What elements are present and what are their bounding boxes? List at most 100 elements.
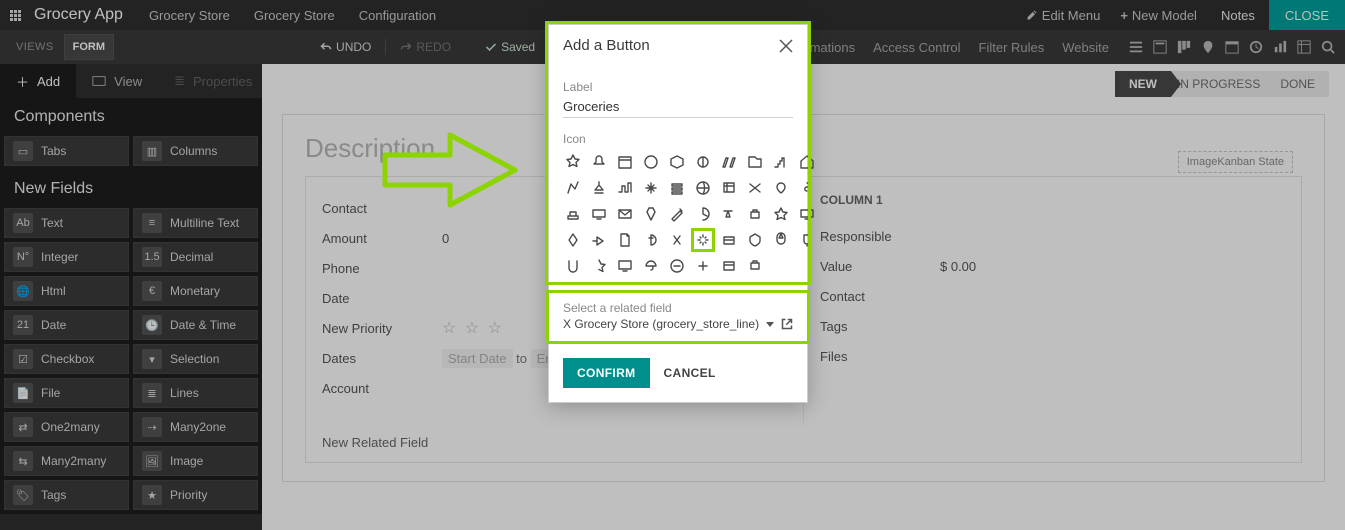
icon-option-26[interactable] [719,204,739,224]
field-decimal[interactable]: 1.5Decimal [133,242,258,272]
component-tabs[interactable]: ▭Tabs [4,136,129,166]
stage-done[interactable]: DONE [1266,71,1329,97]
icon-option-37[interactable] [745,230,765,250]
icon-option-21[interactable] [589,204,609,224]
field-file[interactable]: 📄File [4,378,129,408]
kanban-state-placeholder[interactable]: ImageKanban State [1178,151,1293,173]
icon-option-27[interactable] [745,204,765,224]
undo-button[interactable]: UNDO [314,40,377,54]
new-model-link[interactable]: + New Model [1110,8,1207,23]
priority-stars[interactable]: ☆ ☆ ☆ [442,318,504,338]
icon-option-17[interactable] [745,178,765,198]
column-1-heading[interactable]: COLUMN 1 [820,193,1285,207]
icon-option-1[interactable] [589,152,609,172]
field-tags[interactable]: 🏷Tags [4,480,129,510]
icon-option-15[interactable] [693,178,713,198]
sidebar-tab-add[interactable]: ＋ Add [0,64,76,98]
field-many2one[interactable]: ⇢Many2one [133,412,258,442]
form-row-files[interactable]: Files [820,341,1285,371]
notes-button[interactable]: Notes [1207,0,1269,30]
icon-option-19[interactable] [797,178,817,198]
icon-option-14[interactable] [667,178,687,198]
dialog-close-icon[interactable] [779,39,793,53]
calendar-view-icon[interactable] [1225,40,1239,54]
filter-rules-link[interactable]: Filter Rules [979,40,1045,55]
icon-option-32[interactable] [615,230,635,250]
field-text[interactable]: AbText [4,208,129,238]
form-row-tags[interactable]: Tags [820,311,1285,341]
field-integer[interactable]: N°Integer [4,242,129,272]
icon-option-6[interactable] [719,152,739,172]
icon-option-46[interactable] [719,256,739,276]
field-lines[interactable]: ≣Lines [133,378,258,408]
icon-option-22[interactable] [615,204,635,224]
field-image[interactable]: 🖼Image [133,446,258,476]
search-view-icon[interactable] [1321,40,1335,54]
icon-option-38[interactable] [771,230,791,250]
kanban-view-icon[interactable] [1177,40,1191,54]
pivot-view-icon[interactable] [1297,40,1311,54]
icon-option-20[interactable] [563,204,583,224]
map-view-icon[interactable] [1201,40,1215,54]
form-row-responsible[interactable]: Responsible [820,221,1285,251]
icon-option-12[interactable] [615,178,635,198]
icon-option-5[interactable] [693,152,713,172]
icon-option-11[interactable] [589,178,609,198]
sidebar-tab-properties[interactable]: ≣ Properties [158,64,262,98]
field-many2many[interactable]: ⇆Many2many [4,446,129,476]
nav-link-configuration[interactable]: Configuration [347,8,448,23]
icon-option-3[interactable] [641,152,661,172]
edit-menu-link[interactable]: Edit Menu [1016,8,1111,23]
access-control-link[interactable]: Access Control [873,40,960,55]
form-row-value[interactable]: Value$ 0.00 [820,251,1285,281]
icon-option-24[interactable] [667,204,687,224]
icon-option-44[interactable] [667,256,687,276]
field-date[interactable]: 21Date [4,310,129,340]
field-date-time[interactable]: 🕒Date & Time [133,310,258,340]
website-link[interactable]: Website [1062,40,1109,55]
external-link-icon[interactable] [781,318,793,330]
form-row-contact[interactable]: Contact [820,281,1285,311]
graph-view-icon[interactable] [1273,40,1287,54]
icon-option-4[interactable] [667,152,687,172]
icon-option-40[interactable] [563,256,583,276]
field-priority[interactable]: ★Priority [133,480,258,510]
icon-option-28[interactable] [771,204,791,224]
icon-option-23[interactable] [641,204,661,224]
icon-option-10[interactable] [563,178,583,198]
icon-option-33[interactable] [641,230,661,250]
field-selection[interactable]: ▾Selection [133,344,258,374]
icon-option-29[interactable] [797,204,817,224]
icon-option-36[interactable] [719,230,739,250]
apps-grid-icon[interactable] [0,0,30,30]
new-related-field-placeholder[interactable]: New Related Field [306,423,1301,462]
icon-option-2[interactable] [615,152,635,172]
icon-option-47[interactable] [745,256,765,276]
icon-option-42[interactable] [615,256,635,276]
nav-link-grocery-store-1[interactable]: Grocery Store [137,8,242,23]
icon-option-34[interactable] [667,230,687,250]
icon-option-0[interactable] [563,152,583,172]
sidebar-tab-view[interactable]: View [76,64,158,98]
icon-option-41[interactable] [589,256,609,276]
cancel-button[interactable]: CANCEL [664,366,716,380]
icon-option-31[interactable] [589,230,609,250]
related-field-select[interactable]: X Grocery Store (grocery_store_line) [563,317,774,331]
app-title[interactable]: Grocery App [30,6,137,24]
redo-button[interactable]: REDO [394,40,457,54]
field-monetary[interactable]: €Monetary [133,276,258,306]
form-tab[interactable]: FORM [64,34,114,60]
confirm-button[interactable]: CONFIRM [563,358,650,388]
icon-option-7[interactable] [745,152,765,172]
icon-option-18[interactable] [771,178,791,198]
icon-option-9[interactable] [797,152,817,172]
field-checkbox[interactable]: ☑Checkbox [4,344,129,374]
component-columns[interactable]: ▥Columns [133,136,258,166]
icon-option-13[interactable] [641,178,661,198]
field-one2many[interactable]: ⇄One2many [4,412,129,442]
icon-option-35[interactable] [693,230,713,250]
icon-option-25[interactable] [693,204,713,224]
close-button[interactable]: CLOSE [1269,0,1345,30]
list-view-icon[interactable] [1129,40,1143,54]
icon-option-16[interactable] [719,178,739,198]
